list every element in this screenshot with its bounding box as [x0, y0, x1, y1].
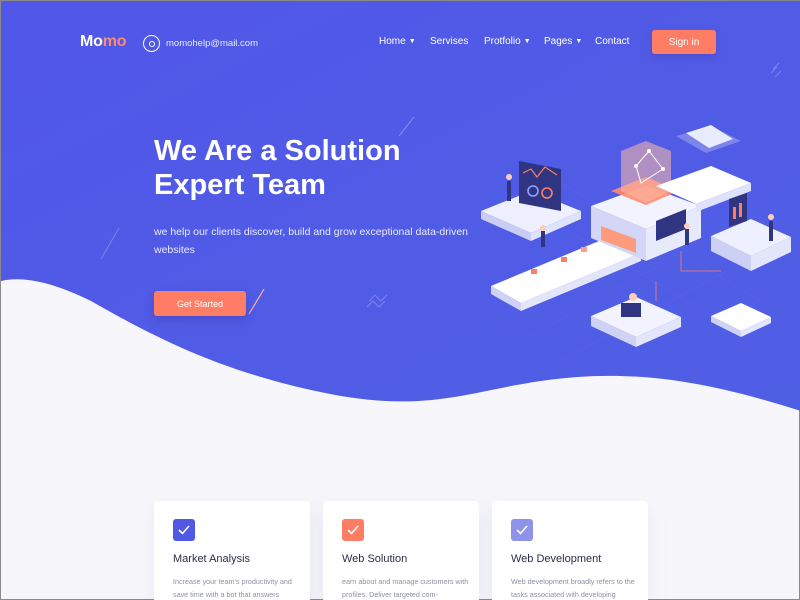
- nav-contact-label: Contact: [595, 36, 630, 47]
- brand-logo[interactable]: Momo: [80, 33, 127, 51]
- feature-card[interactable]: Market Analysis Increase your team's pro…: [154, 501, 310, 600]
- card-text: Web development broadly refers to the ta…: [511, 577, 635, 599]
- nav-home[interactable]: Home ▼: [379, 36, 416, 47]
- checkmark-icon: [342, 519, 364, 541]
- feature-card[interactable]: Web Solution earn about and manage custo…: [323, 501, 479, 600]
- chevron-down-icon: ▼: [575, 38, 583, 45]
- get-started-button[interactable]: Get Started: [154, 291, 246, 316]
- nav-portfolio-label: Protfolio: [484, 36, 521, 47]
- checkmark-icon: [173, 519, 195, 541]
- checkmark-icon: [511, 519, 533, 541]
- chevron-down-icon: ▼: [408, 38, 416, 45]
- nav-pages-label: Pages: [544, 36, 573, 47]
- hero-title-line2: Expert Team: [154, 169, 326, 201]
- nav-services[interactable]: Servises: [430, 36, 468, 47]
- nav-pages[interactable]: Pages ▼: [544, 36, 582, 47]
- nav-contact[interactable]: Contact: [595, 36, 629, 47]
- hero-title: We Are a Solution Expert Team: [154, 134, 444, 202]
- chevron-down-icon: ▼: [523, 38, 531, 45]
- hero-title-line1: We Are a Solution: [154, 135, 401, 167]
- card-title: Market Analysis: [173, 553, 251, 565]
- isometric-illustration: [471, 111, 791, 376]
- card-text: Increase your team's productivity and sa…: [173, 577, 292, 599]
- header-email[interactable]: momohelp@mail.com: [143, 35, 258, 52]
- at-icon: [143, 35, 160, 52]
- card-title: Web Solution: [342, 553, 408, 565]
- signin-button[interactable]: Sign in: [652, 30, 716, 54]
- card-title: Web Development: [511, 553, 602, 565]
- nav-home-label: Home: [379, 36, 406, 47]
- email-text: momohelp@mail.com: [166, 38, 259, 49]
- card-text: earn about and manage customers with pro…: [342, 577, 469, 599]
- nav-services-label: Servises: [430, 36, 469, 47]
- nav-portfolio[interactable]: Protfolio ▼: [484, 36, 531, 47]
- hero-subtitle: we help our clients discover, build and …: [154, 226, 469, 256]
- feature-card[interactable]: Web Development Web development broadly …: [492, 501, 648, 600]
